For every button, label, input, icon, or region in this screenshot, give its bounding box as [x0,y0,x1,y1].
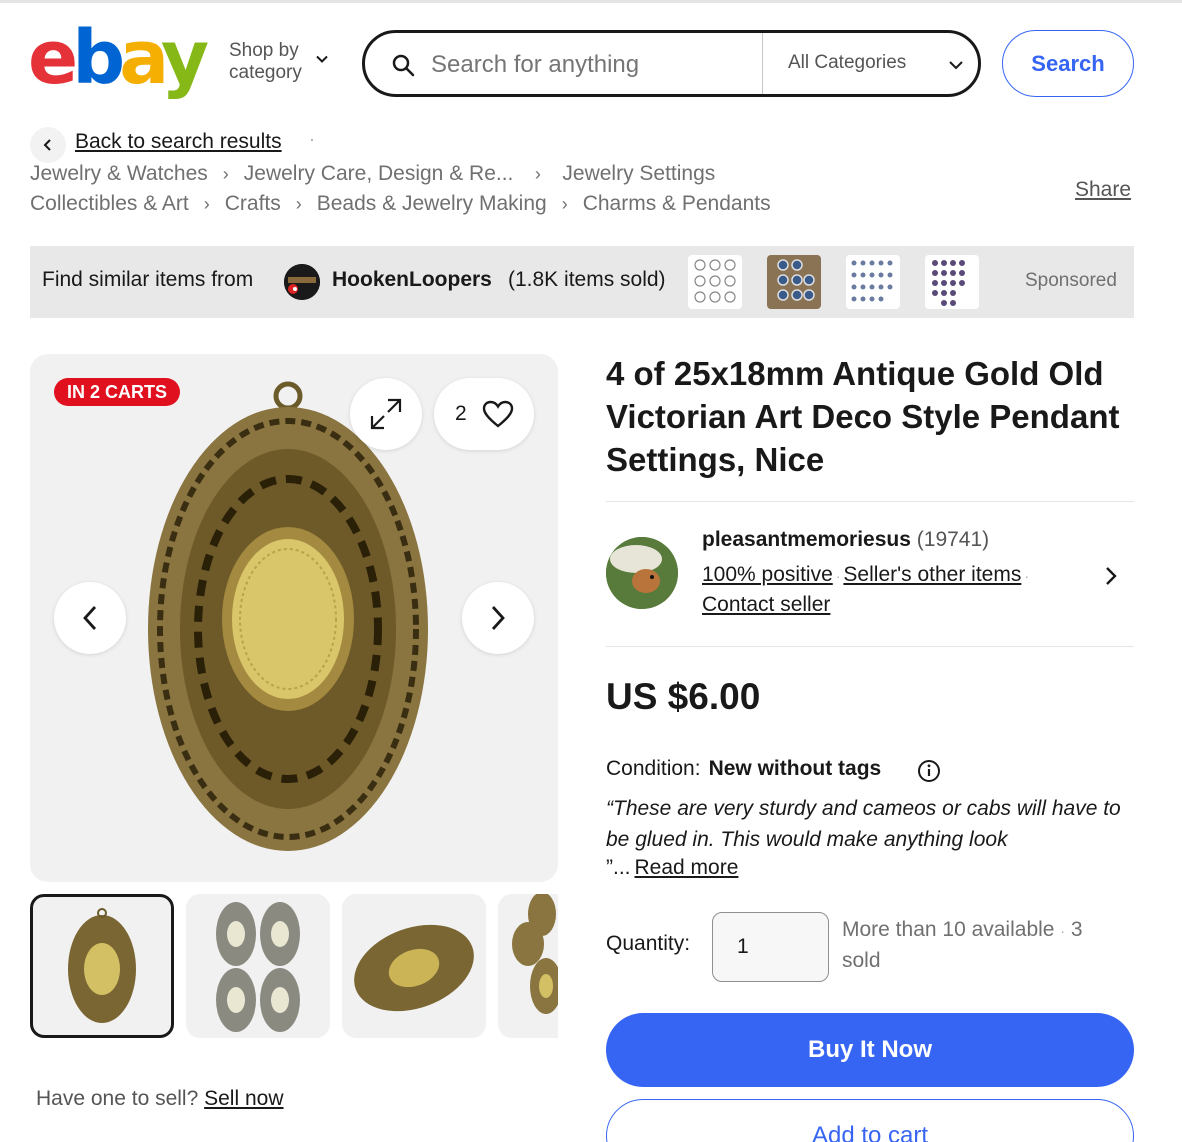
shop-by-line2: category [229,62,302,83]
sell-now-link[interactable]: Sell now [204,1087,283,1110]
available-count: More than 10 available [842,918,1055,941]
separator-dot: · [1060,923,1065,939]
quantity-input[interactable] [712,912,829,982]
breadcrumb-link[interactable]: Jewelry Care, Design & Re... [244,162,514,185]
chevron-left-icon [83,606,97,630]
divider [606,646,1134,647]
top-border [0,0,1182,3]
share-link[interactable]: Share [1075,178,1131,202]
chevron-right-icon [491,606,505,630]
chevron-down-icon[interactable] [948,57,964,73]
heart-icon [482,400,514,428]
thumbnail-image [512,894,558,1014]
search-bar: All Categories [362,30,981,97]
category-select[interactable]: All Categories [788,52,906,74]
next-image-button[interactable] [462,582,534,654]
seller-name[interactable]: pleasantmemoriesus [702,528,911,551]
breadcrumb-link[interactable]: Collectibles & Art [30,192,189,215]
seller-feedback-count: (19741) [916,528,990,551]
search-button[interactable]: Search [1002,30,1134,97]
search-divider [762,33,763,94]
seller-avatar[interactable] [606,537,678,609]
shop-by-line1: Shop by [229,40,299,61]
back-button[interactable] [30,127,66,163]
expand-button[interactable] [350,378,422,450]
logo-letter-e: e [28,15,78,101]
back-to-results-link[interactable]: Back to search results [75,130,282,154]
add-to-cart-button[interactable]: Add to cart [606,1099,1134,1142]
shop-by-category-button[interactable]: Shop by category [229,40,302,84]
positive-feedback-link[interactable]: 100% positive [702,563,833,586]
seller-notes: “These are very sturdy and cameos or cab… [606,797,1121,851]
separator-dot: · [835,568,841,584]
expand-icon [370,398,402,430]
logo-letter-b: b [72,15,125,101]
seller-info: pleasantmemoriesus (19741) [702,528,989,552]
condition-label: Condition: [606,757,701,780]
condition-row: Condition: New without tags [606,757,881,781]
breadcrumb-link[interactable]: Beads & Jewelry Making [317,192,547,215]
breadcrumb-link[interactable]: Crafts [225,192,281,215]
store-avatar [284,264,320,300]
read-more-row: ”... Read more [606,856,738,880]
read-more-link[interactable]: Read more [635,856,739,879]
main-image-viewer[interactable]: IN 2 CARTS 2 [30,354,558,882]
breadcrumb-link[interactable]: Jewelry & Watches [30,162,208,185]
search-icon [392,54,415,77]
have-one-text: Have one to sell? [36,1087,199,1110]
condition-value: New without tags [708,757,882,780]
separator-dot: · [309,129,315,149]
separator-dot: · [1024,568,1029,584]
similar-items-banner[interactable]: Find similar items from HookenLoopers (1… [30,246,1134,318]
sponsored-thumbnail[interactable] [846,255,900,309]
quote-ellipsis: ”... [606,856,631,879]
watch-count: 2 [455,402,467,425]
sponsored-thumbnail[interactable] [767,255,821,309]
ebay-logo[interactable]: ebay [28,15,209,101]
sponsored-label: Sponsored [1025,270,1117,291]
in-carts-badge: IN 2 CARTS [54,378,181,406]
sponsored-thumbnail[interactable] [925,255,979,309]
other-items-link[interactable]: Seller's other items [843,563,1021,586]
thumbnail-4[interactable] [498,894,558,1038]
sell-prompt: Have one to sell? Sell now [36,1087,284,1111]
chevron-right-icon: › [295,194,302,214]
chevron-right-icon: › [561,194,568,214]
thumbnail-3[interactable] [342,894,486,1038]
chevron-left-icon [43,139,51,151]
item-title: 4 of 25x18mm Antique Gold Old Victorian … [606,355,1120,478]
info-icon[interactable] [917,759,941,783]
banner-prefix: Find similar items from [42,268,254,291]
contact-seller-link[interactable]: Contact seller [702,593,830,617]
chevron-down-icon[interactable] [316,53,328,65]
previous-image-button[interactable] [54,582,126,654]
logo-letter-a: a [119,15,167,101]
chevron-right-icon: › [534,164,541,184]
quantity-label: Quantity: [606,932,691,955]
thumbnail-1[interactable] [30,894,174,1038]
thumbnail-image [354,924,474,1012]
item-price: US $6.00 [606,676,761,717]
breadcrumb-row-1: Jewelry & Watches › Jewelry Care, Design &… [30,162,715,186]
divider [606,501,1134,502]
seller-links: 100% positive · Seller's other items · [702,563,1032,587]
breadcrumb-row-2: Collectibles & Art › Crafts › Beads & Jewelr… [30,192,771,216]
thumbnail-2[interactable] [186,894,330,1038]
watch-button[interactable]: 2 [434,378,534,450]
chevron-right-icon[interactable] [1101,565,1121,587]
buy-it-now-button[interactable]: Buy It Now [606,1013,1134,1087]
chevron-right-icon: › [222,164,229,184]
breadcrumb-link[interactable]: Jewelry Settings [562,162,715,185]
thumbnail-image [68,908,136,1023]
search-input[interactable] [431,51,751,79]
availability-text: More than 10 available · 3 sold [842,915,1122,976]
thumbnail-image [216,902,300,1032]
sponsored-thumbnail[interactable] [688,255,742,309]
logo-letter-y: y [160,15,209,101]
banner-seller-name: HookenLoopers [332,268,492,291]
chevron-right-icon: › [203,194,210,214]
banner-sold-count: (1.8K items sold) [508,268,666,291]
breadcrumb-link[interactable]: Charms & Pendants [583,192,771,215]
